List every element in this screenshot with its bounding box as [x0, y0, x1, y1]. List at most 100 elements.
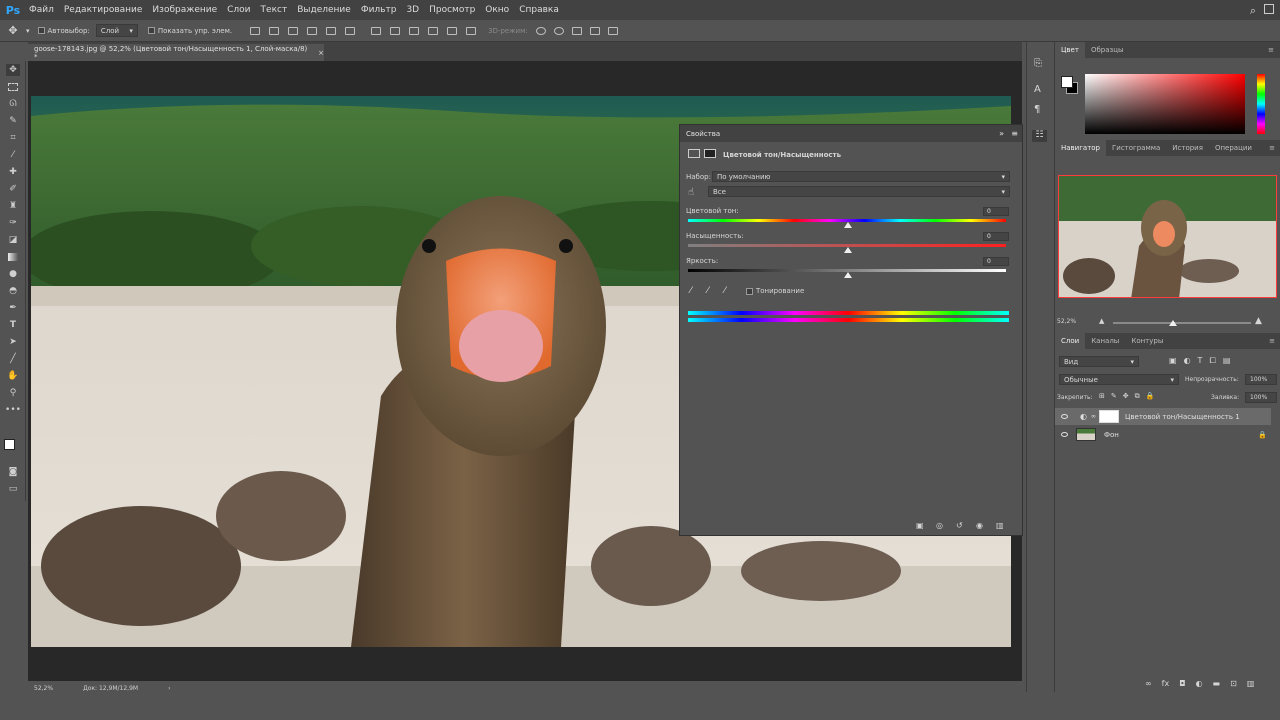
show-controls-checkbox[interactable]: [147, 27, 155, 34]
tab-color[interactable]: Цвет: [1055, 42, 1085, 58]
menu-view[interactable]: Просмотр: [424, 5, 480, 15]
align-left-icon[interactable]: [307, 26, 318, 35]
distribute-left-icon[interactable]: [428, 26, 439, 35]
properties-panel-icon[interactable]: ☷: [1032, 130, 1047, 142]
layer-visibility-eye-icon[interactable]: [1061, 414, 1068, 419]
status-zoom[interactable]: 52,2%: [34, 685, 53, 692]
layer-name[interactable]: Фон: [1104, 431, 1119, 439]
new-layer-icon[interactable]: ⊡: [1230, 679, 1237, 688]
align-vcenter-icon[interactable]: [269, 26, 280, 35]
menu-window[interactable]: Окно: [480, 5, 514, 15]
crop-tool-icon[interactable]: ⌗: [6, 132, 20, 144]
path-select-icon[interactable]: ➤: [6, 336, 20, 348]
clip-to-layer-icon[interactable]: ▣: [916, 521, 924, 530]
eyedropper-tool-icon[interactable]: ⁄: [6, 149, 20, 161]
3d-scale-icon[interactable]: [607, 26, 618, 35]
close-tab-icon[interactable]: ×: [318, 49, 324, 57]
layer-visibility-eye-icon[interactable]: [1061, 432, 1068, 437]
channel-dropdown[interactable]: Все ▾: [708, 186, 1010, 197]
stamp-tool-icon[interactable]: ♜: [6, 200, 20, 212]
3d-drag-icon[interactable]: [571, 26, 582, 35]
layer-row[interactable]: ◐ ∞ Цветовой тон/Насыщенность 1: [1055, 408, 1271, 425]
eyedropper-icon[interactable]: ⁄: [690, 286, 692, 296]
align-hcenter-icon[interactable]: [326, 26, 337, 35]
saturation-slider-thumb[interactable]: [844, 247, 852, 253]
link-layers-icon[interactable]: ∞: [1145, 679, 1152, 688]
quick-mask-icon[interactable]: ◙: [6, 466, 20, 478]
layer-row[interactable]: Фон 🔒: [1055, 426, 1271, 443]
navigator-zoom-thumb[interactable]: [1169, 320, 1177, 326]
workspace-icon[interactable]: [1264, 4, 1274, 14]
distribute-hcenter-icon[interactable]: [447, 26, 458, 35]
lock-transparent-icon[interactable]: ⊞: [1099, 392, 1105, 401]
align-right-icon[interactable]: [345, 26, 356, 35]
saturation-value[interactable]: 0: [983, 232, 1009, 241]
menu-type[interactable]: Текст: [256, 5, 293, 15]
menu-file[interactable]: Файл: [24, 5, 59, 15]
lasso-tool-icon[interactable]: ᘏ: [6, 98, 20, 110]
add-mask-icon[interactable]: ◘: [1179, 679, 1185, 688]
opacity-field[interactable]: 100%: [1245, 374, 1277, 385]
link-icon[interactable]: ∞: [1091, 413, 1096, 420]
distribute-bottom-icon[interactable]: [409, 26, 420, 35]
trash-icon[interactable]: ▥: [996, 521, 1004, 530]
tab-history[interactable]: История: [1166, 140, 1209, 156]
move-tool-icon[interactable]: ✥: [0, 24, 26, 37]
align-bottom-icon[interactable]: [288, 26, 299, 35]
character-panel-icon[interactable]: A: [1034, 84, 1041, 95]
healing-tool-icon[interactable]: ✚: [6, 166, 20, 178]
history-brush-icon[interactable]: ✑: [6, 217, 20, 229]
lock-artboard-icon[interactable]: ⧉: [1135, 392, 1140, 401]
hue-spectrum-bar[interactable]: [1257, 74, 1265, 134]
new-group-icon[interactable]: ▬: [1213, 679, 1221, 688]
autoselect-dropdown[interactable]: Слой ▾: [95, 24, 138, 37]
3d-rotate-icon[interactable]: [535, 26, 546, 35]
line-tool-icon[interactable]: ╱: [6, 353, 20, 365]
align-top-icon[interactable]: [250, 26, 261, 35]
filter-adjustment-icon[interactable]: ◐: [1184, 356, 1191, 366]
zoom-out-icon[interactable]: ▲: [1099, 317, 1104, 325]
distribute-vcenter-icon[interactable]: [390, 26, 401, 35]
reset-icon[interactable]: ↺: [956, 521, 963, 530]
hue-value[interactable]: 0: [983, 207, 1009, 216]
color-picker-field[interactable]: [1085, 74, 1245, 134]
search-icon[interactable]: ⌕: [1250, 4, 1256, 18]
panel-menu-icon[interactable]: ≡: [1011, 129, 1018, 138]
quick-select-tool-icon[interactable]: ✎: [6, 115, 20, 127]
more-tools-icon[interactable]: •••: [5, 404, 21, 416]
lightness-value[interactable]: 0: [983, 257, 1009, 266]
blur-tool-icon[interactable]: ●: [6, 268, 20, 280]
eyedropper-minus-icon[interactable]: ⁄: [724, 286, 726, 296]
3d-roll-icon[interactable]: [553, 26, 564, 35]
brush-tool-icon[interactable]: ✐: [6, 183, 20, 195]
zoom-in-icon[interactable]: ▲: [1255, 316, 1262, 326]
menu-layers[interactable]: Слои: [222, 5, 255, 15]
lock-pixels-icon[interactable]: ✎: [1111, 392, 1117, 401]
hand-adjust-icon[interactable]: ☝: [688, 187, 694, 198]
menu-help[interactable]: Справка: [514, 5, 564, 15]
move-tool-icon[interactable]: ✥: [6, 64, 20, 76]
filter-pixel-icon[interactable]: ▣: [1169, 356, 1177, 366]
tab-layers[interactable]: Слои: [1055, 333, 1086, 349]
blend-mode-dropdown[interactable]: Обычные ▾: [1059, 374, 1179, 385]
layer-mask-thumbnail[interactable]: [1098, 410, 1119, 423]
delete-layer-icon[interactable]: ▥: [1247, 679, 1255, 688]
marquee-tool-icon[interactable]: [6, 81, 20, 93]
distribute-right-icon[interactable]: [466, 26, 477, 35]
gradient-tool-icon[interactable]: [6, 251, 20, 263]
distribute-top-icon[interactable]: [371, 26, 382, 35]
tab-paths[interactable]: Контуры: [1125, 333, 1169, 349]
status-arrow[interactable]: ›: [168, 685, 170, 692]
navigator-preview[interactable]: [1058, 175, 1277, 298]
layer-filter-dropdown[interactable]: Вид ▾: [1059, 356, 1139, 367]
menu-image[interactable]: Изображение: [147, 5, 222, 15]
layer-thumbnail[interactable]: [1076, 428, 1096, 441]
tab-channels[interactable]: Каналы: [1085, 333, 1125, 349]
lightness-slider-thumb[interactable]: [844, 272, 852, 278]
panel-menu-icon[interactable]: ≡: [1269, 144, 1275, 152]
filter-smart-icon[interactable]: ▤: [1223, 356, 1231, 366]
tab-actions[interactable]: Операции: [1209, 140, 1258, 156]
panel-menu-icon[interactable]: ≡: [1269, 337, 1275, 345]
chevron-down-icon[interactable]: ▾: [26, 27, 30, 35]
tab-swatches[interactable]: Образцы: [1085, 42, 1130, 58]
